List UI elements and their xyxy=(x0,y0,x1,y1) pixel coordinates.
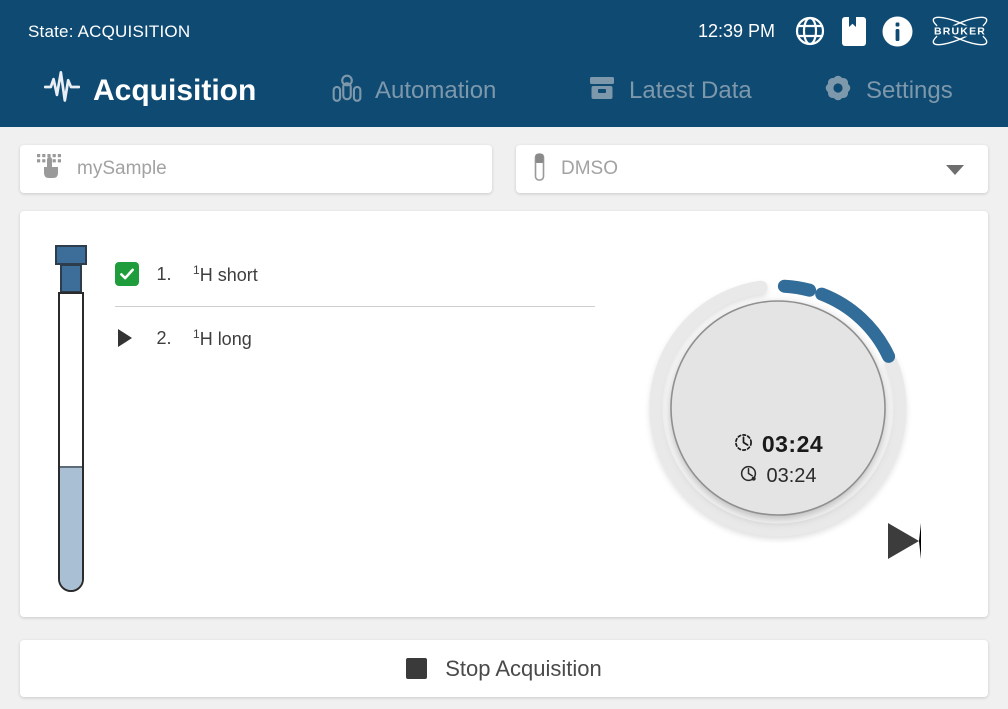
acquisition-spectrum-icon xyxy=(44,70,80,112)
svg-text:BRUKER: BRUKER xyxy=(934,26,986,38)
experiment-2-status xyxy=(115,329,141,347)
touch-keyboard-icon xyxy=(36,152,63,186)
sample-name-input[interactable]: mySample xyxy=(20,145,492,193)
chevron-down-icon xyxy=(946,165,964,175)
experiment-name: 1H short xyxy=(193,263,258,286)
experiment-number: 2. xyxy=(153,328,175,349)
header-bar: State: ACQUISITION 12:39 PM xyxy=(0,0,1008,127)
check-icon xyxy=(115,262,139,286)
tube-cap xyxy=(55,245,87,265)
sample-vial-icon xyxy=(532,152,547,187)
state-label: State: ACQUISITION xyxy=(28,22,190,42)
header-status-cluster: 12:39 PM xyxy=(698,13,992,49)
sample-name-value: mySample xyxy=(77,158,167,180)
acquisition-panel: 1. 1H short 2. 1H long xyxy=(20,211,988,617)
sample-tube-graphic xyxy=(55,245,89,595)
gear-icon xyxy=(823,73,853,110)
tab-label: Settings xyxy=(866,77,953,105)
stop-acquisition-label: Stop Acquisition xyxy=(445,656,602,682)
play-icon xyxy=(118,329,132,347)
tab-label: Acquisition xyxy=(93,74,256,108)
progress-times: 03:24 03:24 xyxy=(643,431,913,488)
experiment-divider xyxy=(115,306,595,307)
experiment-1-status xyxy=(115,262,141,286)
run-next-button[interactable] xyxy=(888,523,921,559)
experiment-name: 1H long xyxy=(193,327,252,350)
manual-book-icon[interactable] xyxy=(841,16,867,47)
progress-ring: 03:24 03:24 xyxy=(643,273,913,543)
language-globe-icon[interactable] xyxy=(794,15,826,47)
stop-acquisition-button[interactable]: Stop Acquisition xyxy=(20,640,988,697)
time-total-value: 03:24 xyxy=(766,465,816,488)
tube-cap-neck xyxy=(60,264,82,293)
archive-box-icon xyxy=(588,74,616,108)
stop-square-icon xyxy=(406,658,427,679)
clock-time: 12:39 PM xyxy=(698,21,775,42)
time-remaining-row: 03:24 xyxy=(733,431,823,458)
tab-label: Automation xyxy=(375,77,496,105)
automation-rack-icon xyxy=(332,72,362,111)
experiment-row-2[interactable]: 2. 1H long xyxy=(115,325,252,351)
tab-latest-data[interactable]: Latest Data xyxy=(588,55,752,127)
solvent-value: DMSO xyxy=(561,158,618,180)
tab-acquisition[interactable]: Acquisition xyxy=(44,55,256,127)
tube-liquid xyxy=(60,466,82,590)
time-remaining-value: 03:24 xyxy=(762,431,823,458)
time-total-row: 03:24 xyxy=(739,464,816,488)
tab-label: Latest Data xyxy=(629,77,752,105)
app-window: State: ACQUISITION 12:39 PM xyxy=(0,0,1008,709)
experiment-row-1[interactable]: 1. 1H short xyxy=(115,261,258,287)
tab-settings[interactable]: Settings xyxy=(823,55,953,127)
bruker-logo: BRUKER xyxy=(928,13,992,49)
tube-body xyxy=(58,292,84,592)
experiment-number: 1. xyxy=(153,264,175,285)
main-navigation: Acquisition Automation xyxy=(0,55,1008,127)
clock-dashed-icon xyxy=(733,432,754,458)
info-icon[interactable] xyxy=(882,16,913,47)
tab-automation[interactable]: Automation xyxy=(332,55,496,127)
clock-icon xyxy=(739,464,758,488)
solvent-dropdown[interactable]: DMSO xyxy=(516,145,988,193)
